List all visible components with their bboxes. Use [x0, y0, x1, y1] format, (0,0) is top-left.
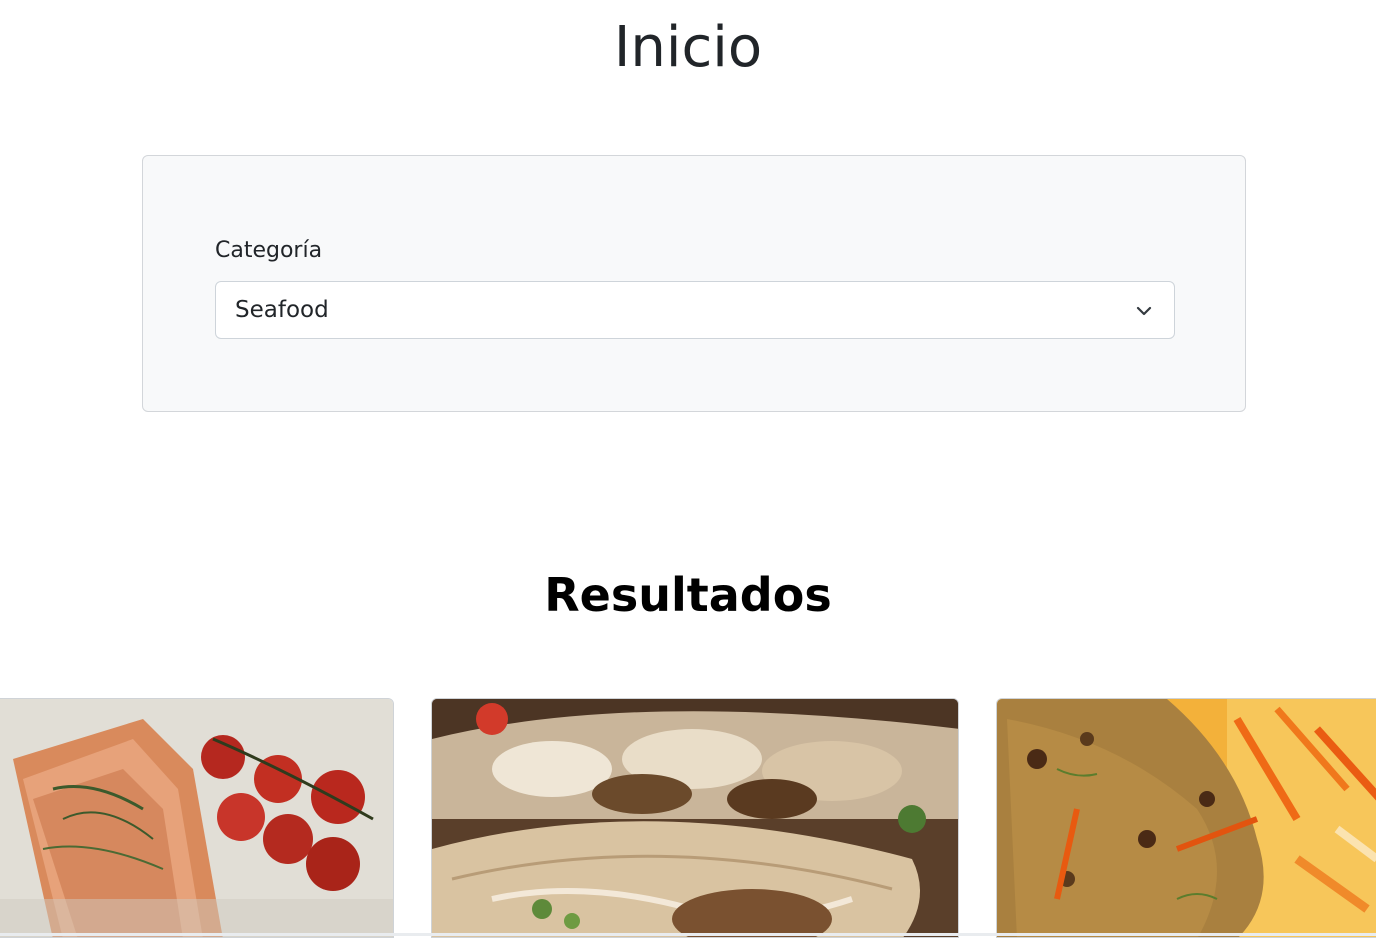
recipe-card[interactable]	[0, 698, 394, 938]
category-select-value: Seafood	[235, 297, 329, 323]
page-title: Inicio	[613, 15, 763, 80]
category-select[interactable]: Seafood	[215, 281, 1175, 339]
recipe-image-fried-fish	[997, 699, 1376, 937]
filter-panel: Categoría Seafood	[142, 155, 1246, 412]
category-label: Categoría	[215, 238, 323, 263]
recipe-card[interactable]	[996, 698, 1376, 938]
results-title: Resultados	[544, 568, 832, 622]
chevron-down-icon	[1136, 306, 1152, 316]
recipe-card[interactable]	[431, 698, 959, 938]
recipe-image-salmon	[0, 699, 393, 937]
recipe-image-tacos	[432, 699, 958, 937]
